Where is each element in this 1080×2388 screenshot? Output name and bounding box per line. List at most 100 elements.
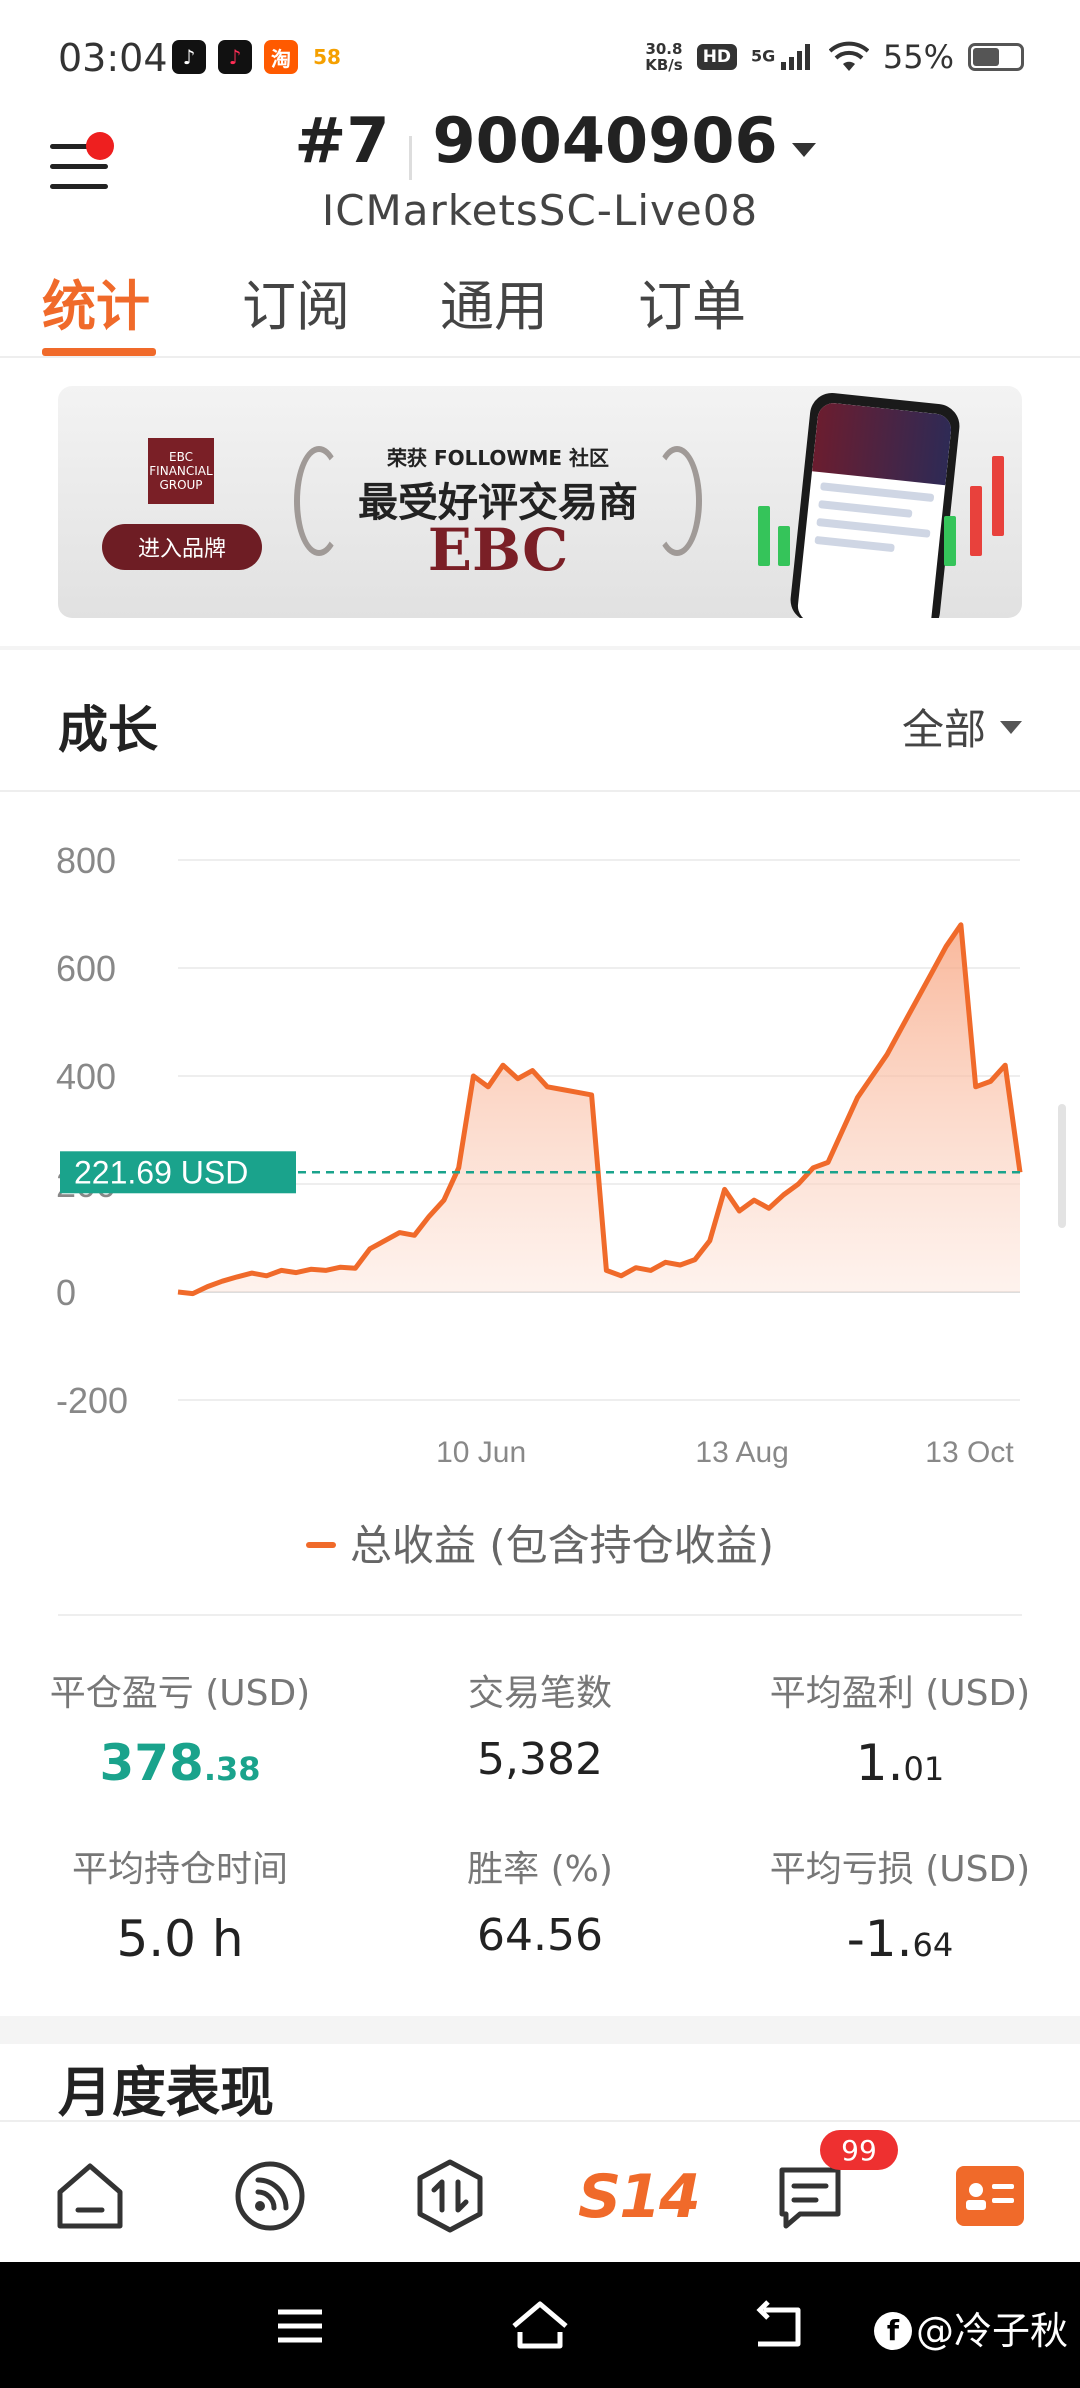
facebook-icon: f <box>873 2311 912 2350</box>
chevron-down-icon <box>1000 721 1022 734</box>
stat-value-int: 5,382 <box>477 1734 603 1785</box>
feed-icon <box>235 2161 305 2231</box>
58-icon: 58 <box>310 40 344 74</box>
back-button[interactable] <box>750 2296 810 2356</box>
stat-value-int: 64.56 <box>477 1910 603 1961</box>
legend-swatch <box>305 1541 336 1548</box>
stat-trade-count: 交易笔数 5,382 <box>360 1664 720 1785</box>
watermark: f @冷子秋 <box>873 2300 1068 2355</box>
stat-label: 平仓盈亏 (USD) <box>49 1673 311 1714</box>
section-divider <box>0 646 1080 650</box>
stat-value: 64.56 <box>360 1910 720 1961</box>
growth-title: 成长 <box>58 701 158 759</box>
network-type: 5G <box>751 46 776 66</box>
phone-screen-line <box>816 517 931 538</box>
stat-value-int: 5.0 h <box>116 1910 244 1968</box>
signal-icon: 5G <box>751 44 815 70</box>
system-nav-bar: f @冷子秋 <box>0 2262 1080 2388</box>
taobao-icon: 淘 <box>264 40 298 74</box>
y-tick-label: 600 <box>56 948 116 989</box>
bottom-nav: S14 99 <box>0 2120 1080 2262</box>
stat-value-int: -1. <box>846 1910 913 1968</box>
stat-label: 胜率 (%) <box>467 1849 613 1890</box>
nav-trade[interactable] <box>412 2158 488 2234</box>
stat-label: 平均盈利 (USD) <box>769 1673 1031 1714</box>
watermark-text: @冷子秋 <box>915 2309 1068 2353</box>
server-name: ICMarketsSC-Live08 <box>321 186 759 235</box>
system-status: 30.8 KB/s HD 5G 55% <box>645 38 1024 76</box>
legend-label: 总收益 (包含持仓收益) <box>349 1521 775 1570</box>
stat-value-frac: 01 <box>903 1750 945 1788</box>
battery-icon <box>968 43 1024 71</box>
current-value-label: 221.69 USD <box>74 1154 248 1190</box>
candle-icon <box>992 456 1004 536</box>
hd-icon: HD <box>696 44 738 70</box>
phone-screen-line <box>814 535 896 553</box>
recent-apps-button[interactable] <box>270 2296 330 2356</box>
network-speed: 30.8 KB/s <box>645 41 682 73</box>
candle-icon <box>944 516 956 566</box>
phone-screen-header <box>812 401 953 486</box>
back-icon <box>756 2300 801 2347</box>
x-axis-labels: 10 Jun 13 Aug 13 Oct <box>436 1436 1014 1469</box>
divider <box>0 790 1080 792</box>
stat-label: 平均亏损 (USD) <box>769 1849 1031 1890</box>
y-tick-label: -200 <box>56 1380 128 1421</box>
tab-general[interactable]: 通用 <box>440 262 548 341</box>
x-tick-label: 10 Jun <box>436 1436 526 1469</box>
enter-brand-button[interactable]: 进入品牌 <box>102 524 262 570</box>
divider <box>58 1614 1022 1616</box>
messages-badge: 99 <box>820 2130 898 2170</box>
menu-icon <box>278 2309 322 2343</box>
candle-icon <box>778 526 790 566</box>
monthly-performance-title: 月度表现 <box>58 2061 274 2118</box>
stat-label: 平均持仓时间 <box>71 1849 288 1890</box>
nav-feed[interactable] <box>232 2158 308 2234</box>
ebc-logo-text: EBC FINANCIAL GROUP <box>149 450 213 492</box>
stat-value: 5.0 h <box>0 1910 360 1968</box>
phone-screen <box>796 401 953 618</box>
candle-icon <box>758 506 770 566</box>
tiktok-lite-icon: ♪ <box>218 40 252 74</box>
y-tick-label: 800 <box>56 840 116 881</box>
notification-icons: ♪ ♪ 淘 58 <box>172 40 344 74</box>
account-selector[interactable]: #7 90040906 ICMarketsSC-Live08 <box>0 104 1080 235</box>
tab-bar: 统计 订阅 通用 订单 <box>0 262 1080 358</box>
stat-value: 378.38 <box>0 1734 360 1792</box>
stat-avg-profit: 平均盈利 (USD) 1.01 <box>720 1664 1080 1792</box>
chart-legend: 总收益 (包含持仓收益) <box>0 1512 1080 1573</box>
x-tick-label: 13 Aug <box>695 1436 788 1469</box>
chevron-down-icon <box>791 142 816 157</box>
divider <box>409 135 413 180</box>
phone-screen-line <box>818 500 913 518</box>
stat-label: 交易笔数 <box>467 1673 612 1714</box>
account-rank: #7 <box>294 104 390 177</box>
nav-profile[interactable] <box>952 2158 1028 2234</box>
growth-chart[interactable]: 8006004002000-200 10 Jun13 Aug13 Oct 221… <box>0 800 1080 1520</box>
promo-banner[interactable]: EBC FINANCIAL GROUP 进入品牌 荣获 FOLLOWME 社区 … <box>58 386 1022 618</box>
growth-filter-label: 全部 <box>901 705 986 754</box>
network-speed-value: 30.8 <box>645 40 683 58</box>
trade-icon <box>417 2159 483 2233</box>
phone-image <box>788 390 962 618</box>
growth-area <box>178 924 1020 1294</box>
stat-value-frac: .38 <box>203 1750 261 1788</box>
stat-value: -1.64 <box>720 1910 1080 1968</box>
nav-home[interactable] <box>52 2158 128 2234</box>
stat-value-int: 378 <box>99 1734 204 1792</box>
tab-subscribe[interactable]: 订阅 <box>242 262 350 341</box>
account-number: 90040906 <box>432 104 778 177</box>
wifi-icon <box>828 41 869 71</box>
stat-closed-pnl: 平仓盈亏 (USD) 378.38 <box>0 1664 360 1792</box>
growth-filter-dropdown[interactable]: 全部 <box>902 696 1022 757</box>
nav-s14[interactable]: S14 <box>578 2162 701 2232</box>
stat-value: 1.01 <box>720 1734 1080 1792</box>
home-button[interactable] <box>510 2296 570 2356</box>
scrollbar[interactable] <box>1058 1104 1066 1228</box>
tab-statistics[interactable]: 统计 <box>42 262 150 341</box>
tab-orders[interactable]: 订单 <box>638 262 746 341</box>
stat-avg-loss: 平均亏损 (USD) -1.64 <box>720 1840 1080 1968</box>
status-time: 03:04 <box>58 36 168 80</box>
profile-card-icon <box>956 2166 1024 2226</box>
y-tick-label: 400 <box>56 1056 116 1097</box>
